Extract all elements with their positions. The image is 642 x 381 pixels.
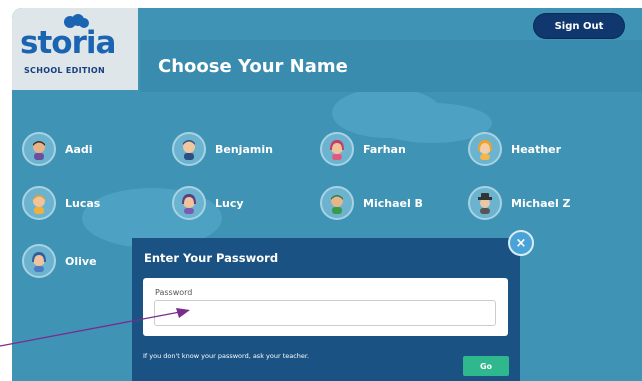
pointer-arrow-icon: [0, 308, 190, 347]
